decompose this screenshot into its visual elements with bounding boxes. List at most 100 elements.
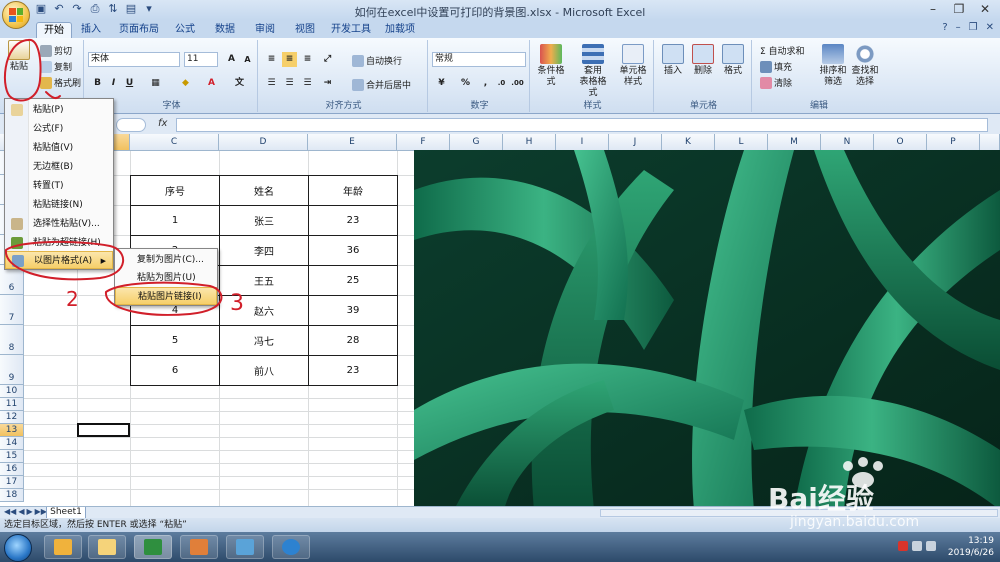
taskbar-app-outlook[interactable]: [44, 535, 82, 559]
tab-review[interactable]: 审阅: [250, 22, 280, 38]
cell-styles-button[interactable]: 单元格 样式: [616, 44, 650, 88]
percent-button[interactable]: %: [458, 76, 473, 91]
ribbon-minimize-icon[interactable]: –: [956, 22, 961, 33]
fx-icon[interactable]: fx: [158, 118, 174, 129]
row-header[interactable]: 16: [0, 463, 24, 476]
office-button[interactable]: [2, 1, 30, 29]
table-cell[interactable]: 冯七: [219, 325, 309, 356]
worksheet-grid[interactable]: C D E F G H I J K L M N O P 1 2 3 4 5 6 …: [0, 134, 1000, 506]
table-cell[interactable]: 39: [308, 295, 398, 326]
insert-cells-button[interactable]: 插入: [656, 44, 690, 77]
submenu-paste-as-picture[interactable]: 粘贴为图片(U): [115, 269, 217, 287]
wrap-text-button[interactable]: 自动换行: [352, 54, 402, 67]
tab-page-layout[interactable]: 页面布局: [116, 22, 162, 38]
bold-button[interactable]: B: [90, 76, 105, 91]
fill-color-icon[interactable]: ◆: [178, 76, 193, 91]
align-top-icon[interactable]: ≡: [264, 52, 279, 67]
conditional-format-button[interactable]: 条件格式: [534, 44, 568, 88]
table-cell[interactable]: 赵六: [219, 295, 309, 326]
column-header[interactable]: J: [609, 134, 662, 151]
clear-button[interactable]: 清除: [760, 76, 792, 89]
table-cell[interactable]: 李四: [219, 235, 309, 266]
sort-filter-button[interactable]: 排序和 筛选: [816, 44, 850, 88]
column-header[interactable]: O: [874, 134, 927, 151]
align-right-icon[interactable]: ☰: [300, 76, 315, 91]
grow-font-icon[interactable]: A: [224, 52, 239, 67]
indent-icon[interactable]: ⇥: [320, 76, 335, 91]
column-header[interactable]: H: [503, 134, 556, 151]
taskbar-app-excel[interactable]: [134, 535, 172, 559]
autosum-button[interactable]: Σ 自动求和: [760, 44, 805, 57]
format-as-table-button[interactable]: 套用 表格格式: [576, 44, 610, 99]
row-header[interactable]: 7: [0, 295, 24, 325]
menu-item-no-borders[interactable]: 无边框(B): [5, 158, 113, 176]
find-select-button[interactable]: 查找和 选择: [848, 44, 882, 88]
taskbar-app-blue[interactable]: [226, 535, 264, 559]
menu-item-paste-special[interactable]: 选择性粘贴(V)...: [5, 215, 113, 233]
number-format-combo[interactable]: 常规: [432, 52, 526, 67]
italic-button[interactable]: I: [106, 76, 121, 91]
name-box[interactable]: [116, 118, 146, 132]
row-header[interactable]: 15: [0, 450, 24, 463]
row-header[interactable]: 17: [0, 476, 24, 489]
restore-button[interactable]: ❐: [946, 1, 972, 18]
ribbon-close-icon[interactable]: ✕: [986, 22, 994, 33]
table-header-cell[interactable]: 姓名: [219, 175, 309, 206]
column-header[interactable]: N: [821, 134, 874, 151]
row-header[interactable]: 9: [0, 355, 24, 385]
taskbar-app-paint[interactable]: [180, 535, 218, 559]
clock[interactable]: 13:19 2019/6/26: [948, 535, 994, 559]
column-header-extra[interactable]: [980, 134, 1000, 151]
menu-item-paste-link[interactable]: 粘贴链接(N): [5, 196, 113, 214]
fill-button[interactable]: 填充: [760, 60, 792, 73]
start-button[interactable]: [4, 534, 32, 562]
table-cell[interactable]: 25: [308, 265, 398, 296]
align-center-icon[interactable]: ☰: [282, 76, 297, 91]
table-header-cell[interactable]: 序号: [130, 175, 220, 206]
next-sheet-icon[interactable]: ▶: [26, 507, 32, 516]
format-cells-button[interactable]: 格式: [716, 44, 750, 77]
table-cell[interactable]: 28: [308, 325, 398, 356]
network-icon[interactable]: [912, 541, 922, 551]
first-sheet-icon[interactable]: ◀◀: [4, 507, 16, 516]
table-cell[interactable]: 36: [308, 235, 398, 266]
menu-item-paste-values[interactable]: 粘贴值(V): [5, 139, 113, 157]
column-header[interactable]: I: [556, 134, 609, 151]
row-header[interactable]: 12: [0, 411, 24, 424]
table-cell[interactable]: 23: [308, 355, 398, 386]
menu-item-as-picture[interactable]: 以图片格式(A) ▶: [5, 251, 113, 269]
increase-decimal-icon[interactable]: .0: [494, 76, 509, 91]
column-header[interactable]: E: [308, 134, 397, 151]
column-header[interactable]: M: [768, 134, 821, 151]
align-left-icon[interactable]: ☰: [264, 76, 279, 91]
taskbar-app-explorer[interactable]: [88, 535, 126, 559]
phonetic-icon[interactable]: 文: [232, 76, 247, 91]
submenu-paste-picture-link[interactable]: 粘贴图片链接(I): [115, 287, 217, 305]
paste-button[interactable]: 粘贴: [2, 40, 36, 73]
table-cell[interactable]: 6: [130, 355, 220, 386]
tab-insert[interactable]: 插入: [76, 22, 106, 38]
active-cell-b13[interactable]: [77, 423, 130, 437]
leaf-background-image[interactable]: [414, 150, 1000, 506]
tab-view[interactable]: 视图: [290, 22, 320, 38]
table-cell[interactable]: 23: [308, 205, 398, 236]
help-icon[interactable]: ?: [942, 22, 947, 33]
tab-data[interactable]: 数据: [210, 22, 240, 38]
table-cell[interactable]: 1: [130, 205, 220, 236]
table-header-cell[interactable]: 年龄: [308, 175, 398, 206]
row-header[interactable]: 13: [0, 424, 24, 437]
menu-item-paste[interactable]: 粘贴(P): [5, 101, 113, 119]
column-header[interactable]: K: [662, 134, 715, 151]
row-header[interactable]: 14: [0, 437, 24, 450]
tab-formulas[interactable]: 公式: [170, 22, 200, 38]
column-header[interactable]: C: [130, 134, 219, 151]
decrease-decimal-icon[interactable]: .00: [510, 76, 525, 91]
taskbar-app-sogou[interactable]: [272, 535, 310, 559]
row-header[interactable]: 11: [0, 398, 24, 411]
table-cell[interactable]: 5: [130, 325, 220, 356]
row-header[interactable]: 10: [0, 385, 24, 398]
table-cell[interactable]: 前八: [219, 355, 309, 386]
ribbon-restore-icon[interactable]: ❐: [969, 22, 978, 33]
table-cell[interactable]: 张三: [219, 205, 309, 236]
underline-button[interactable]: U: [122, 76, 137, 91]
